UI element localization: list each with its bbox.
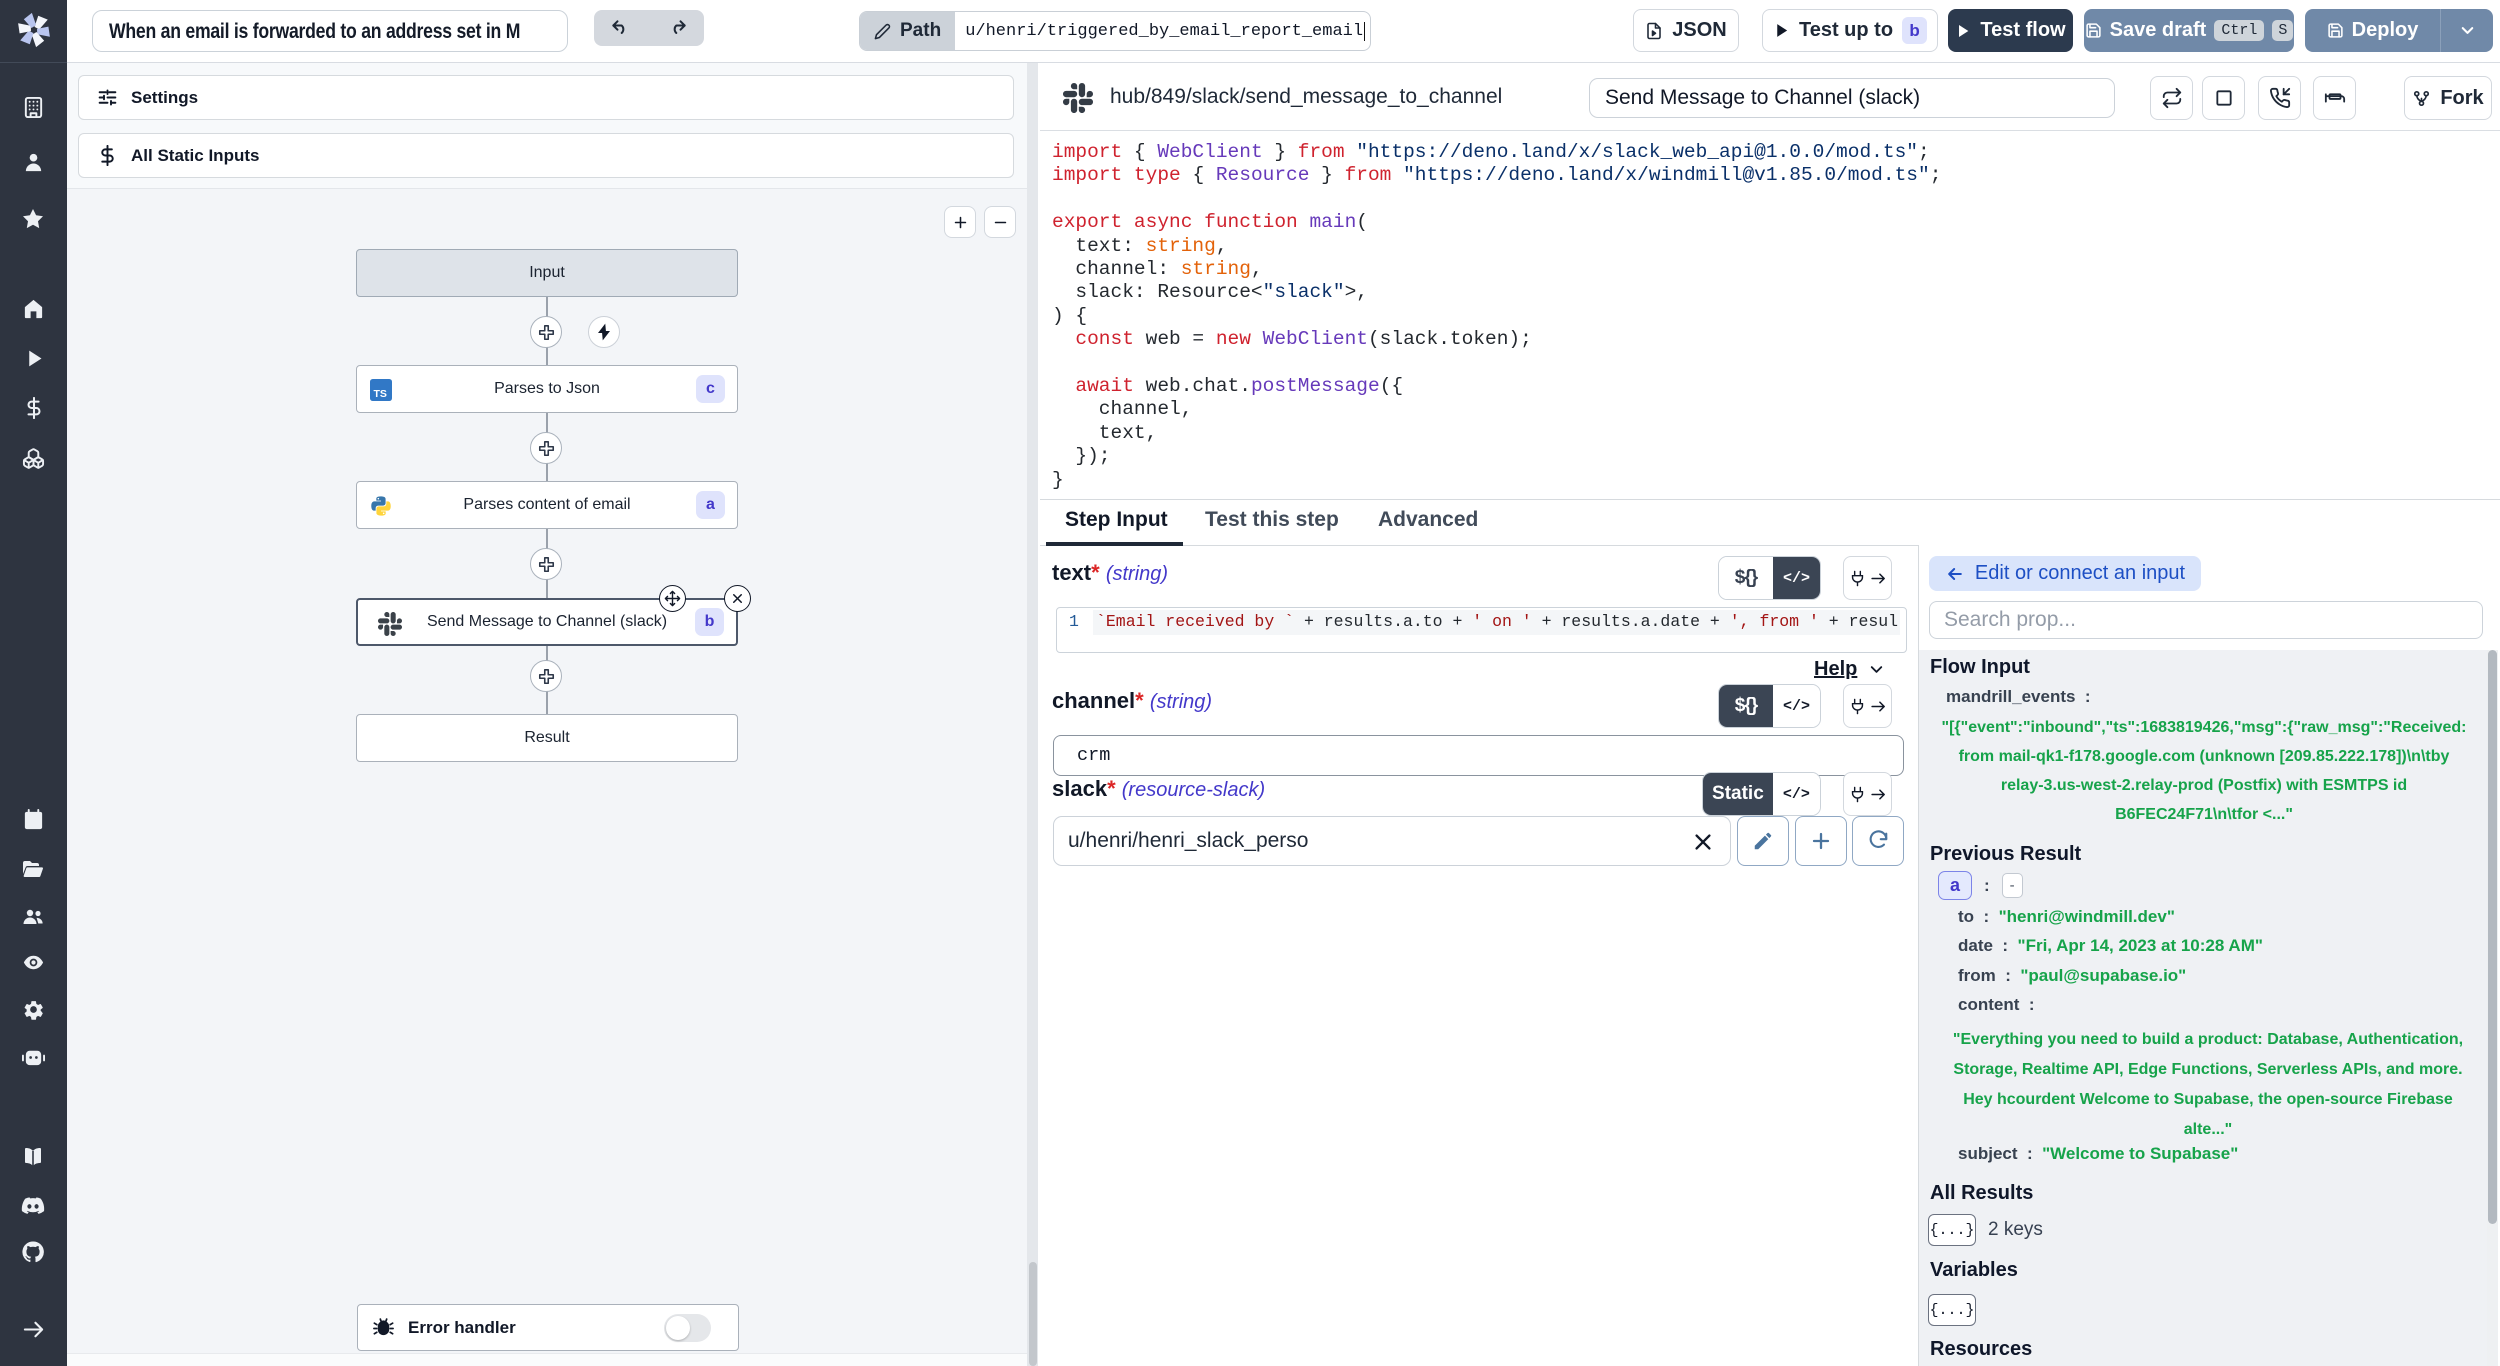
svg-text:TS: TS	[373, 388, 386, 400]
